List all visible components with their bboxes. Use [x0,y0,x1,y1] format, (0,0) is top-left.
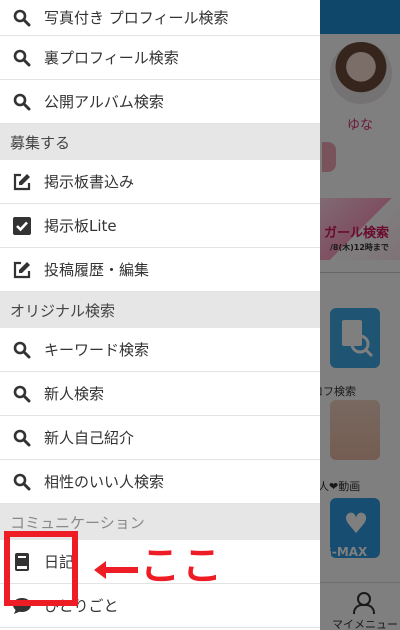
menu-item-newcomer-search[interactable]: 新人検索 [0,372,320,416]
highlight-box [4,531,78,606]
search-icon [12,384,32,404]
search-icon [12,472,32,492]
menu-item-photo-profile-search[interactable]: 写真付き プロフィール検索 [0,0,320,36]
menu-item-public-album-search[interactable]: 公開アルバム検索 [0,80,320,124]
checkbox-icon [12,216,32,236]
menu-item-label: 新人検索 [44,385,105,403]
menu-item-hidden-profile-search[interactable]: 裏プロフィール検索 [0,36,320,80]
menu-item-newcomer-intro[interactable]: 新人自己紹介 [0,416,320,460]
menu-item-label: 裏プロフィール検索 [44,49,179,67]
menu-item-keyword-search[interactable]: キーワード検索 [0,328,320,372]
edit-icon [12,260,32,280]
menu-item-post-history-edit[interactable]: 投稿履歴・編集 [0,248,320,292]
search-icon [12,8,32,28]
drawer-overlay[interactable] [320,0,400,630]
arrow-left-icon [94,561,138,579]
section-header-recruit: 募集する [0,124,320,160]
menu-item-label: 掲示板Lite [44,217,117,235]
edit-icon [12,172,32,192]
menu-item-bulletin-lite[interactable]: 掲示板Lite [0,204,320,248]
menu-item-label: キーワード検索 [44,341,150,359]
search-icon [12,340,32,360]
menu-item-label: 公開アルバム検索 [44,93,164,111]
section-header-original-search: オリジナル検索 [0,292,320,328]
menu-item-label: 投稿履歴・編集 [44,261,150,279]
menu-item-label: 掲示板書込み [44,173,135,191]
search-icon [12,428,32,448]
menu-item-compatibility-search[interactable]: 相性のいい人検索 [0,460,320,504]
menu-item-label: 写真付き プロフィール検索 [44,9,229,27]
menu-item-bulletin-post[interactable]: 掲示板書込み [0,160,320,204]
menu-item-label: 新人自己紹介 [44,429,135,447]
search-icon [12,92,32,112]
menu-item-label: 相性のいい人検索 [44,473,165,491]
callout-text: ここ [140,543,224,589]
search-icon [12,48,32,68]
